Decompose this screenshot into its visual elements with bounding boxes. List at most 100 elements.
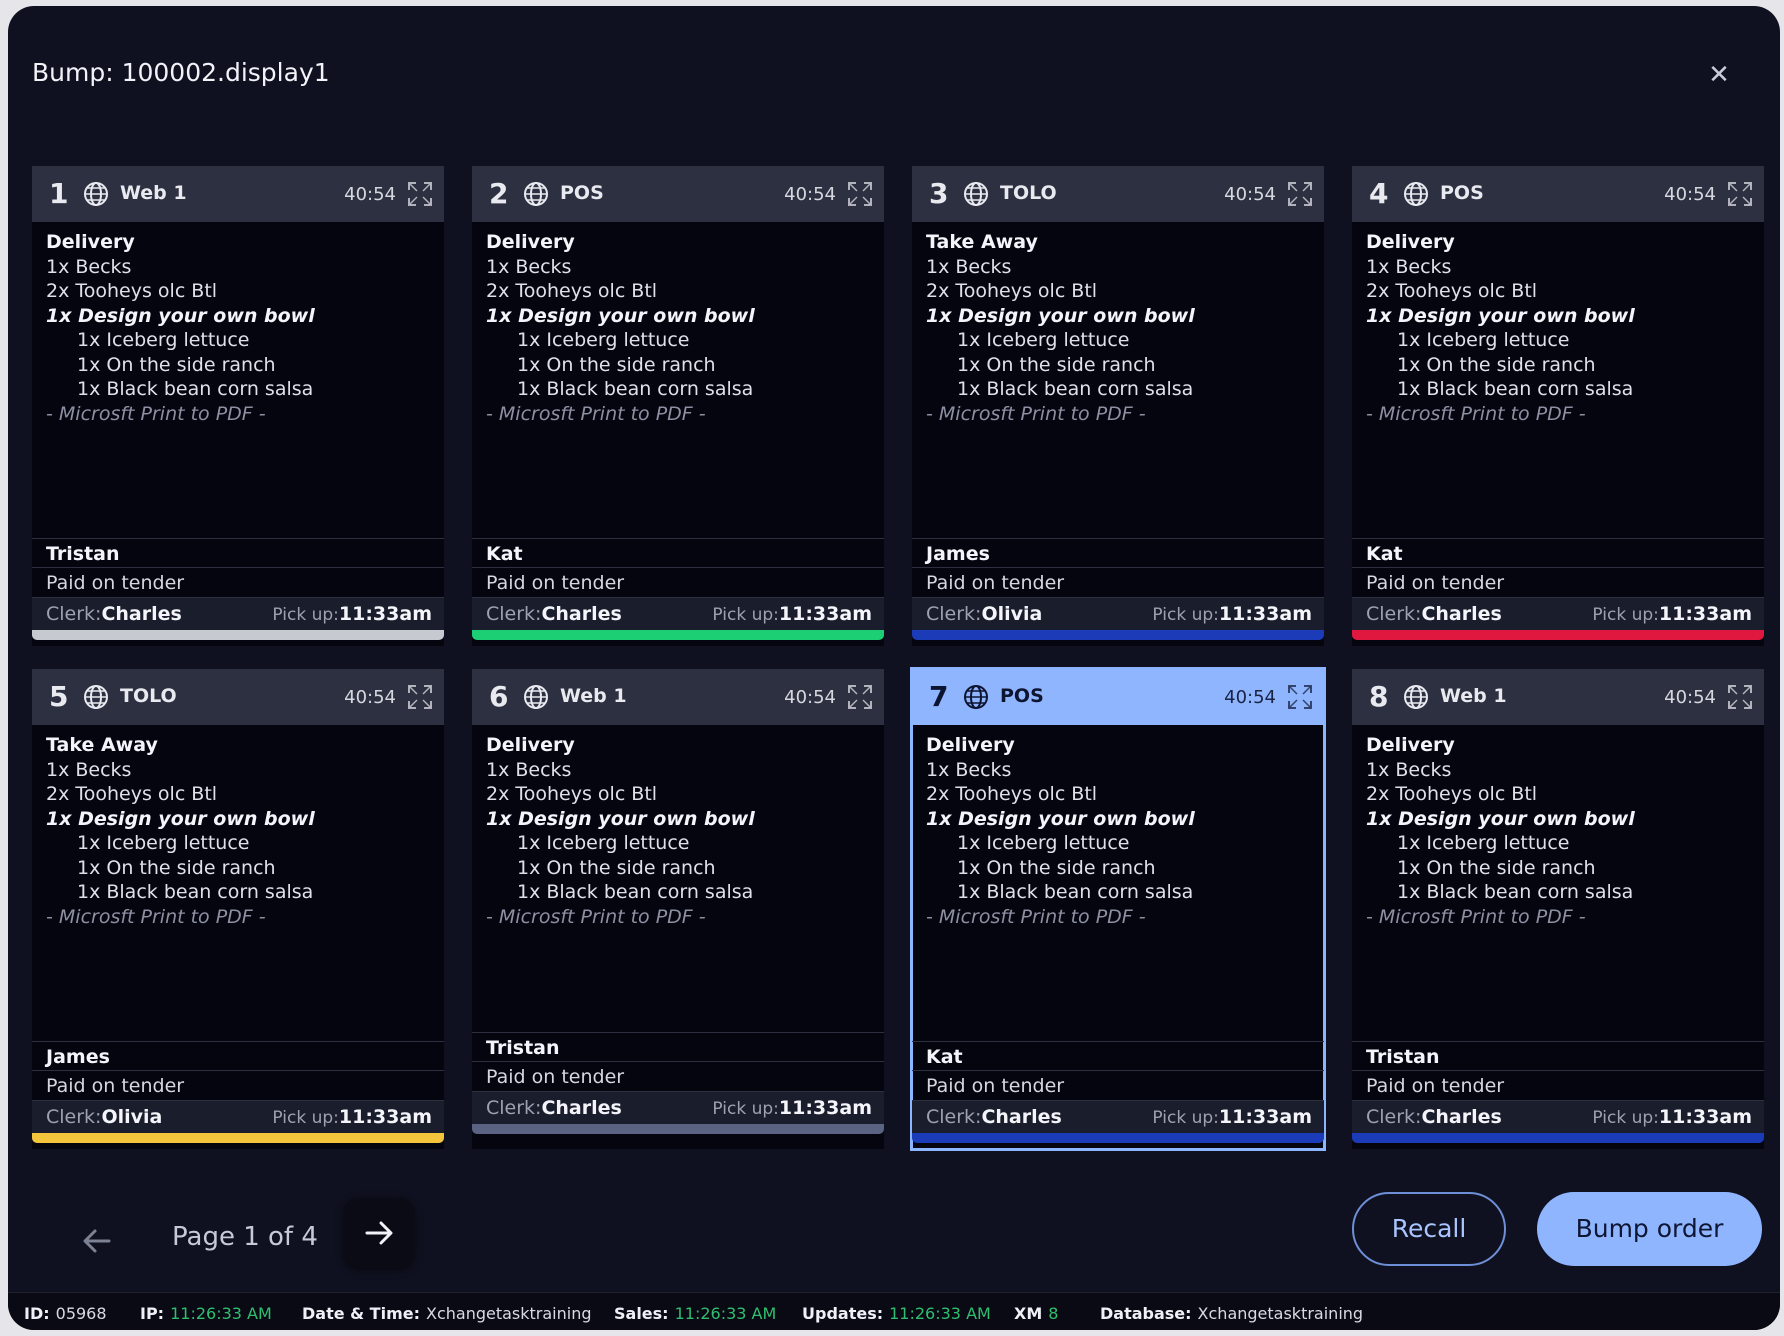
clerk-name: Charles [1421,603,1502,625]
clerk-info: Clerk:Olivia Pick up:11:33am [912,598,1324,630]
item-modifier: 1x Black bean corn salsa [957,378,1194,400]
expand-icon[interactable] [846,180,874,208]
printer-label: - Microsft Print to PDF - [46,402,266,425]
order-items: Take Away 1x Becks 2x Tooheys olc Btl 1x De… [46,733,434,929]
item-modifier: 1x On the side ranch [517,353,716,376]
order-source: POS [1440,182,1484,204]
pickup-time: Pick up:11:33am [712,1097,872,1119]
order-header: 1 Web 1 40:54 [32,166,444,222]
expand-icon[interactable] [406,683,434,711]
order-footer: James Paid on tender Clerk:Olivia Pick up:1… [32,1041,444,1133]
expand-icon[interactable] [1726,180,1754,208]
order-header: 4 POS 40:54 [1352,166,1764,222]
order-card[interactable]: 2 POS 40:54 Delivery 1x Becks 2x Tooheys olc … [472,166,884,646]
expand-icon[interactable] [1726,683,1754,711]
order-item: 1x Becks [486,255,572,278]
order-item-bowl: 1x Design your own bowl [1366,304,1635,327]
item-modifier: 1x Iceberg lettuce [1397,832,1570,854]
status-datetime: Date & Time: Xchangetasktraining [302,1304,592,1323]
order-item: 1x Becks [46,255,132,278]
item-modifier: 1x On the side ranch [957,353,1156,376]
globe-icon [962,683,990,711]
clerk-label: Clerk: [926,603,982,625]
clerk-info: Clerk:Charles Pick up:11:33am [1352,1101,1764,1133]
item-modifier: 1x Iceberg lettuce [957,329,1130,351]
order-footer: Kat Paid on tender Clerk:Charles Pick up:11… [1352,538,1764,630]
globe-icon [962,180,990,208]
order-card[interactable]: 7 POS 40:54 Delivery 1x Becks 2x Tooheys olc … [910,667,1326,1151]
clerk-label: Clerk: [1366,1106,1422,1128]
item-modifier: 1x On the side ranch [957,856,1156,879]
order-item-bowl: 1x Design your own bowl [926,304,1195,327]
item-modifier: 1x Iceberg lettuce [1397,329,1570,351]
printer-label: - Microsft Print to PDF - [926,905,1146,928]
close-icon[interactable]: ✕ [1706,62,1732,88]
order-footer: Kat Paid on tender Clerk:Charles Pick up:11… [472,538,884,630]
expand-icon[interactable] [1286,683,1314,711]
order-card[interactable]: 1 Web 1 40:54 Delivery 1x Becks 2x Tooheys ol… [32,166,444,646]
item-modifier: 1x On the side ranch [1397,856,1596,879]
clerk-info: Clerk:Charles Pick up:11:33am [472,598,884,630]
order-item: 1x Becks [1366,758,1452,781]
clerk-info: Clerk:Charles Pick up:11:33am [1352,598,1764,630]
pickup-time: Pick up:11:33am [1152,603,1312,625]
clerk-name: Charles [541,1097,622,1119]
customer-name: Kat [472,538,884,568]
item-modifier: 1x Black bean corn salsa [1397,881,1634,903]
order-header: 3 TOLO 40:54 [912,166,1324,222]
expand-icon[interactable] [1286,180,1314,208]
pickup-time: Pick up:11:33am [712,603,872,625]
clerk-name: Olivia [981,603,1043,625]
printer-label: - Microsft Print to PDF - [486,402,706,425]
order-item: 1x Becks [926,255,1012,278]
order-item: 1x Becks [926,758,1012,781]
item-modifier: 1x Black bean corn salsa [517,881,754,903]
expand-icon[interactable] [406,180,434,208]
order-item-bowl: 1x Design your own bowl [46,807,315,830]
printer-label: - Microsft Print to PDF - [486,905,706,928]
item-modifier: 1x Black bean corn salsa [517,378,754,400]
order-source: Web 1 [560,685,627,707]
order-status-bar [912,1133,1324,1143]
order-timer: 40:54 [344,687,396,708]
order-source: TOLO [120,685,177,707]
order-type: Delivery [486,734,575,756]
order-card[interactable]: 5 TOLO 40:54 Take Away 1x Becks 2x Tooheys ol… [32,669,444,1149]
item-modifier: 1x Iceberg lettuce [77,832,250,854]
payment-status: Paid on tender [1352,1071,1764,1101]
printer-label: - Microsft Print to PDF - [1366,402,1586,425]
order-item: 2x Tooheys olc Btl [486,280,658,302]
item-modifier: 1x On the side ranch [1397,353,1596,376]
order-status-bar [32,630,444,640]
clerk-info: Clerk:Charles Pick up:11:33am [32,598,444,630]
order-card[interactable]: 8 Web 1 40:54 Delivery 1x Becks 2x Tooheys ol… [1352,669,1764,1149]
dialog-title: Bump: 100002.display1 [32,58,330,87]
next-page-button[interactable] [344,1198,414,1268]
recall-button[interactable]: Recall [1352,1192,1506,1266]
customer-name: Tristan [1352,1041,1764,1071]
expand-icon[interactable] [846,683,874,711]
order-number: 3 [929,177,949,210]
order-card[interactable]: 6 Web 1 40:54 Delivery 1x Becks 2x Tooheys ol… [472,669,884,1149]
customer-name: James [912,538,1324,568]
order-timer: 40:54 [344,184,396,205]
order-item: 2x Tooheys olc Btl [926,783,1098,805]
status-updates: Updates: 11:26:33 AM [802,1304,991,1323]
order-status-bar [32,1133,444,1143]
order-item: 2x Tooheys olc Btl [1366,280,1538,302]
customer-name: Kat [1352,538,1764,568]
order-items: Delivery 1x Becks 2x Tooheys olc Btl 1x Des… [486,230,874,426]
clerk-info: Clerk:Charles Pick up:11:33am [912,1101,1324,1133]
pickup-time: Pick up:11:33am [1592,1106,1752,1128]
order-card[interactable]: 3 TOLO 40:54 Take Away 1x Becks 2x Tooheys ol… [912,166,1324,646]
order-item-bowl: 1x Design your own bowl [46,304,315,327]
order-item-bowl: 1x Design your own bowl [926,807,1195,830]
clerk-info: Clerk:Olivia Pick up:11:33am [32,1101,444,1133]
order-card[interactable]: 4 POS 40:54 Delivery 1x Becks 2x Tooheys olc … [1352,166,1764,646]
order-footer: Tristan Paid on tender Clerk:Charles Pick u… [472,1032,884,1124]
arrow-left-icon [83,1229,111,1253]
order-timer: 40:54 [784,184,836,205]
bump-order-button[interactable]: Bump order [1537,1192,1762,1266]
prev-page-button[interactable] [62,1206,132,1276]
order-item: 2x Tooheys olc Btl [46,280,218,302]
